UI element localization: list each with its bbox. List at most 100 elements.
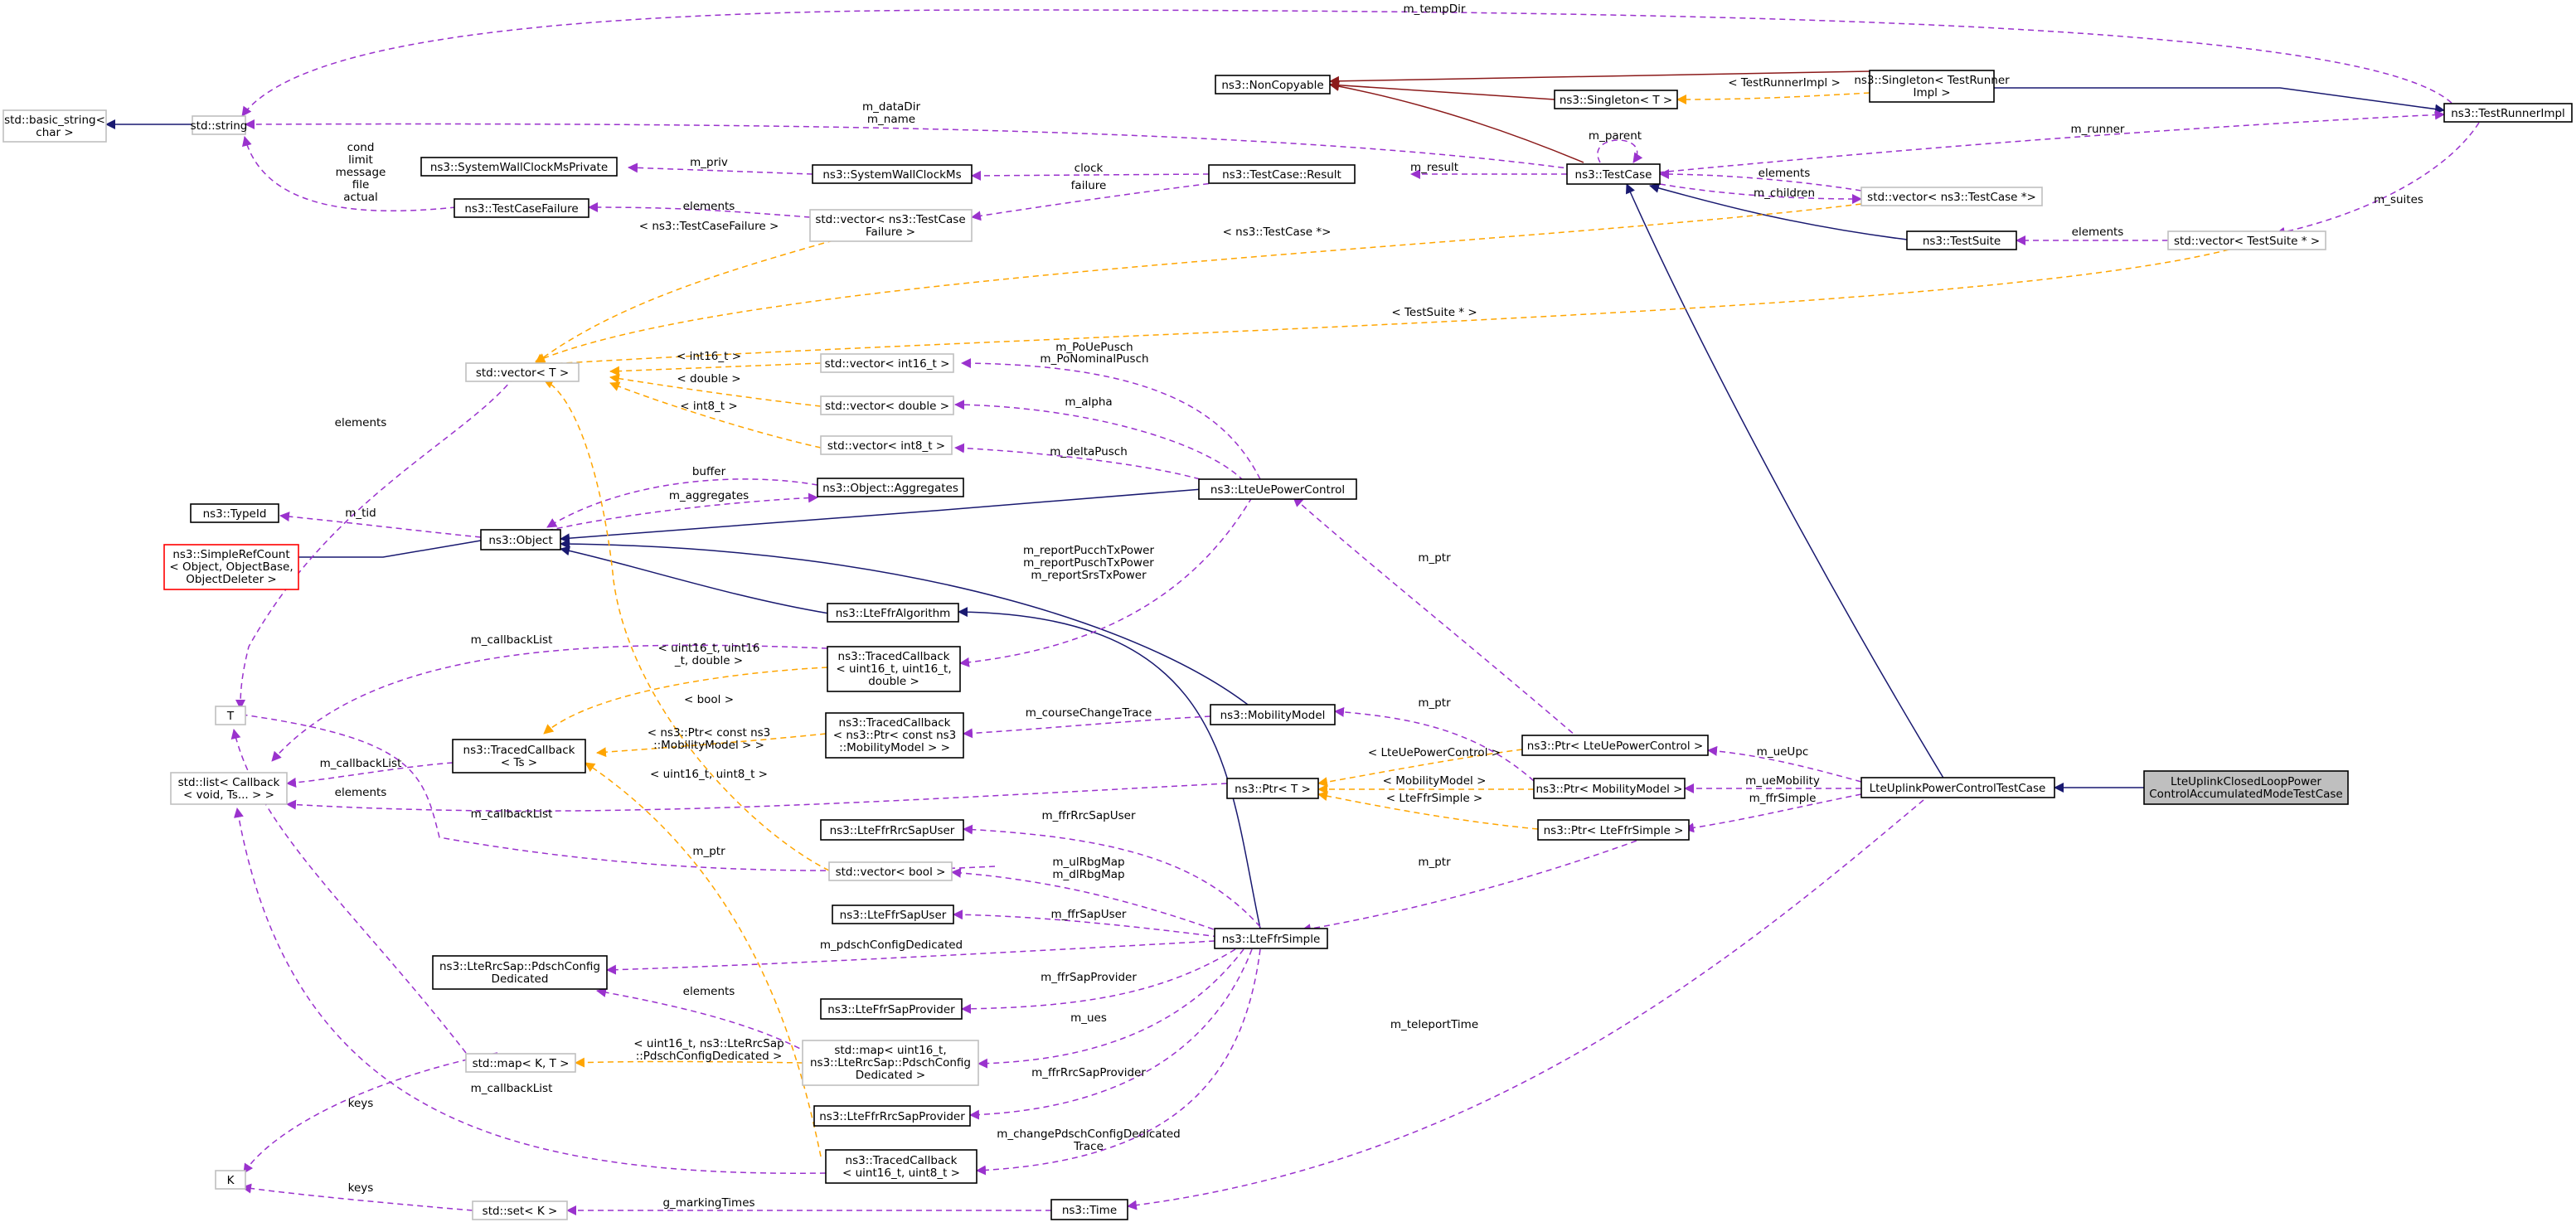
node-vector-double[interactable]: std::vector< double > (820, 395, 954, 415)
edge-m_suites (2275, 122, 2480, 237)
node-lteffrsimple[interactable]: ns3::LteFfrSimple (1214, 928, 1328, 949)
node-pdschconfigdedicated[interactable]: ns3::LteRrcSap::PdschConfig Dedicated (432, 955, 608, 990)
label-cond: cond limit message file actual (336, 141, 386, 204)
node-object-aggregates[interactable]: ns3::Object::Aggregates (817, 478, 964, 497)
node-testsuite[interactable]: ns3::TestSuite (1906, 230, 2017, 250)
svg-text:ns3::TestSuite: ns3::TestSuite (1923, 235, 2001, 248)
label-m_suites: m_suites (2374, 193, 2423, 206)
node-root-class[interactable]: LteUplinkClosedLoopPower ControlAccumulat… (2143, 770, 2349, 805)
svg-text:ns3::LteFfrAlgorithm: ns3::LteFfrAlgorithm (836, 607, 951, 620)
label-m_teleportTime: m_teleportTime (1390, 1018, 1478, 1031)
node-lteffrsapuser[interactable]: ns3::LteFfrSapUser (832, 904, 954, 924)
node-lteffrrrcsapuser[interactable]: ns3::LteFfrRrcSapUser (820, 819, 964, 841)
node-systemwallclockms[interactable]: ns3::SystemWallClockMs (812, 164, 973, 184)
svg-text:T: T (226, 710, 235, 723)
label-m_ues: m_ues (1070, 1011, 1107, 1025)
node-lteffrrrcsapprovider[interactable]: ns3::LteFfrRrcSapProvider (813, 1105, 971, 1127)
label-m_changePdsch: m_changePdschConfigDedicated Trace (997, 1128, 1181, 1153)
edge-m_runner (1657, 109, 2445, 173)
collaboration-diagram: m_tempDir m_dataDir m_name < TestRunnerIm… (2, 2, 2573, 1220)
svg-text:ns3::Ptr< LteUePowerControl >: ns3::Ptr< LteUePowerControl > (1527, 740, 1703, 753)
node-vector-testcase-ptr[interactable]: std::vector< ns3::TestCase *> (1860, 187, 2043, 206)
label-m_ffrSimple: m_ffrSimple (1749, 792, 1817, 805)
edge-testcase-noncopyable (1329, 81, 1584, 163)
edge-tmpl-tcfailure (535, 231, 863, 364)
node-typeid[interactable]: ns3::TypeId (190, 503, 279, 523)
node-systemwallclockms-private[interactable]: ns3::SystemWallClockMsPrivate (420, 157, 618, 177)
node-ptr-t[interactable]: ns3::Ptr< T > (1226, 778, 1319, 799)
svg-text:ns3::Singleton< T >: ns3::Singleton< T > (1560, 94, 1672, 107)
node-vector-testsuite-ptr[interactable]: std::vector< TestSuite * > (2167, 230, 2326, 250)
node-testrunnerimpl[interactable]: ns3::TestRunnerImpl (2443, 103, 2573, 123)
node-time[interactable]: ns3::Time (1050, 1199, 1128, 1220)
node-basic-string[interactable]: std::basic_string< char > (2, 109, 107, 143)
svg-text:ns3::SystemWallClockMs: ns3::SystemWallClockMs (822, 168, 961, 182)
label-buffer: buffer (692, 465, 726, 478)
edge-keys-1 (243, 1052, 498, 1174)
edge-tmpl-u16u8 (585, 762, 822, 1157)
node-vector-int8[interactable]: std::vector< int8_t > (820, 435, 953, 455)
node-std-string[interactable]: std::string (191, 115, 248, 135)
node-singleton-testrunnerimpl[interactable]: ns3::Singleton< TestRunner Impl > (1854, 70, 2010, 103)
node-testcase[interactable]: ns3::TestCase (1566, 163, 1661, 185)
svg-text:ns3::Ptr< LteFfrSimple >: ns3::Ptr< LteFfrSimple > (1544, 824, 1684, 837)
node-tracedcallback-mobility[interactable]: ns3::TracedCallback < ns3::Ptr< const ns3… (825, 712, 964, 759)
node-ptr-lteuepowercontrol[interactable]: ns3::Ptr< LteUePowerControl > (1521, 735, 1709, 756)
label-m_ptr-ltepc: m_ptr (1418, 551, 1451, 565)
label-testrunnerimpl-tmpl: < TestRunnerImpl > (1728, 76, 1841, 90)
label-u16u8-tmpl: < uint16_t, uint8_t > (650, 768, 768, 781)
svg-text:ns3::LteFfrRrcSapProvider: ns3::LteFfrRrcSapProvider (819, 1110, 965, 1123)
label-m_PoUePusch: m_PoUePusch m_PoNominalPusch (1040, 341, 1148, 366)
label-m_result: m_result (1410, 161, 1458, 174)
svg-text:std::string: std::string (191, 119, 248, 133)
node-vector-int16[interactable]: std::vector< int16_t > (820, 353, 954, 373)
node-noncopyable[interactable]: ns3::NonCopyable (1215, 75, 1331, 95)
svg-text:ns3::TestCase: ns3::TestCase (1575, 168, 1652, 182)
node-vector-testcasefailure[interactable]: std::vector< ns3::TestCase Failure > (809, 209, 973, 242)
edge-m_tid (279, 512, 482, 538)
node-ptr-lteffrsimple[interactable]: ns3::Ptr< LteFfrSimple > (1537, 819, 1690, 841)
node-lteffralgorithm[interactable]: ns3::LteFfrAlgorithm (827, 603, 959, 623)
label-m_children: m_children (1754, 187, 1815, 200)
edge-tmpl-tsptr (535, 246, 2239, 370)
label-g_markingTimes: g_markingTimes (662, 1196, 754, 1210)
node-singleton-t[interactable]: ns3::Singleton< T > (1554, 90, 1678, 109)
node-tracedcallback-u16u8[interactable]: ns3::TracedCallback < uint16_t, uint8_t > (825, 1149, 978, 1184)
label-m_reportPucch: m_reportPucchTxPower m_reportPuschTxPower… (1023, 544, 1154, 582)
node-simplerefcount[interactable]: ns3::SimpleRefCount < Object, ObjectBase,… (163, 544, 299, 590)
label-ltepc-tmpl: < LteUePowerControl > (1368, 746, 1501, 759)
node-map-uint16[interactable]: std::map< uint16_t, ns3::LteRrcSap::Pdsch… (802, 1040, 979, 1086)
label-m_callbackList-4: m_callbackList (471, 1082, 553, 1095)
node-k[interactable]: K (215, 1170, 246, 1190)
node-ptr-mobilitymodel[interactable]: ns3::Ptr< MobilityModel > (1533, 778, 1686, 799)
label-keys-1: keys (348, 1097, 374, 1110)
node-map-kt[interactable]: std::map< K, T > (465, 1053, 576, 1073)
node-t[interactable]: T (215, 706, 246, 725)
label-m_ffrSapUser: m_ffrSapUser (1051, 908, 1127, 921)
edge-tmpl-int8 (609, 381, 822, 449)
node-tracedcallback-ts[interactable]: ns3::TracedCallback < Ts > (452, 739, 586, 774)
node-lteuepowercontrol[interactable]: ns3::LteUePowerControl (1198, 478, 1357, 500)
svg-text:std::vector< int16_t >: std::vector< int16_t > (825, 357, 950, 371)
node-tracedcallback-u16u16d[interactable]: ns3::TracedCallback < uint16_t, uint16_t,… (827, 646, 961, 692)
node-testcasefailure[interactable]: ns3::TestCaseFailure (454, 198, 589, 218)
edge-lteuplink-testcase (1625, 183, 1945, 780)
edge-m_callbackList-4 (233, 807, 827, 1174)
node-mobilitymodel[interactable]: ns3::MobilityModel (1210, 704, 1336, 725)
node-object[interactable]: ns3::Object (480, 529, 561, 550)
svg-text:ns3::Ptr< T >: ns3::Ptr< T > (1235, 783, 1311, 796)
node-testcase-result[interactable]: ns3::TestCase::Result (1208, 164, 1356, 184)
node-vector-bool[interactable]: std::vector< bool > (828, 861, 953, 881)
svg-text:ns3::Ptr< MobilityModel >: ns3::Ptr< MobilityModel > (1535, 783, 1682, 796)
node-lteffrsapprovider[interactable]: ns3::LteFfrSapProvider (820, 998, 963, 1020)
node-vector-t[interactable]: std::vector< T > (465, 362, 580, 382)
node-list-callback[interactable]: std::list< Callback < void, Ts... > > (170, 772, 288, 805)
label-m_ptr-ffr: m_ptr (1418, 856, 1451, 869)
node-set-k[interactable]: std::set< K > (472, 1200, 568, 1220)
label-m_tempDir: m_tempDir (1404, 2, 1466, 16)
node-lteuplinkpowercontroltestcase[interactable]: LteUplinkPowerControlTestCase (1860, 777, 2055, 798)
label-m_parent: m_parent (1589, 129, 1642, 143)
label-mobmodel-tmpl: < MobilityModel > (1383, 774, 1487, 788)
label-m_dataDir: m_dataDir m_name (862, 100, 920, 126)
label-elements-list: elements (335, 786, 387, 799)
